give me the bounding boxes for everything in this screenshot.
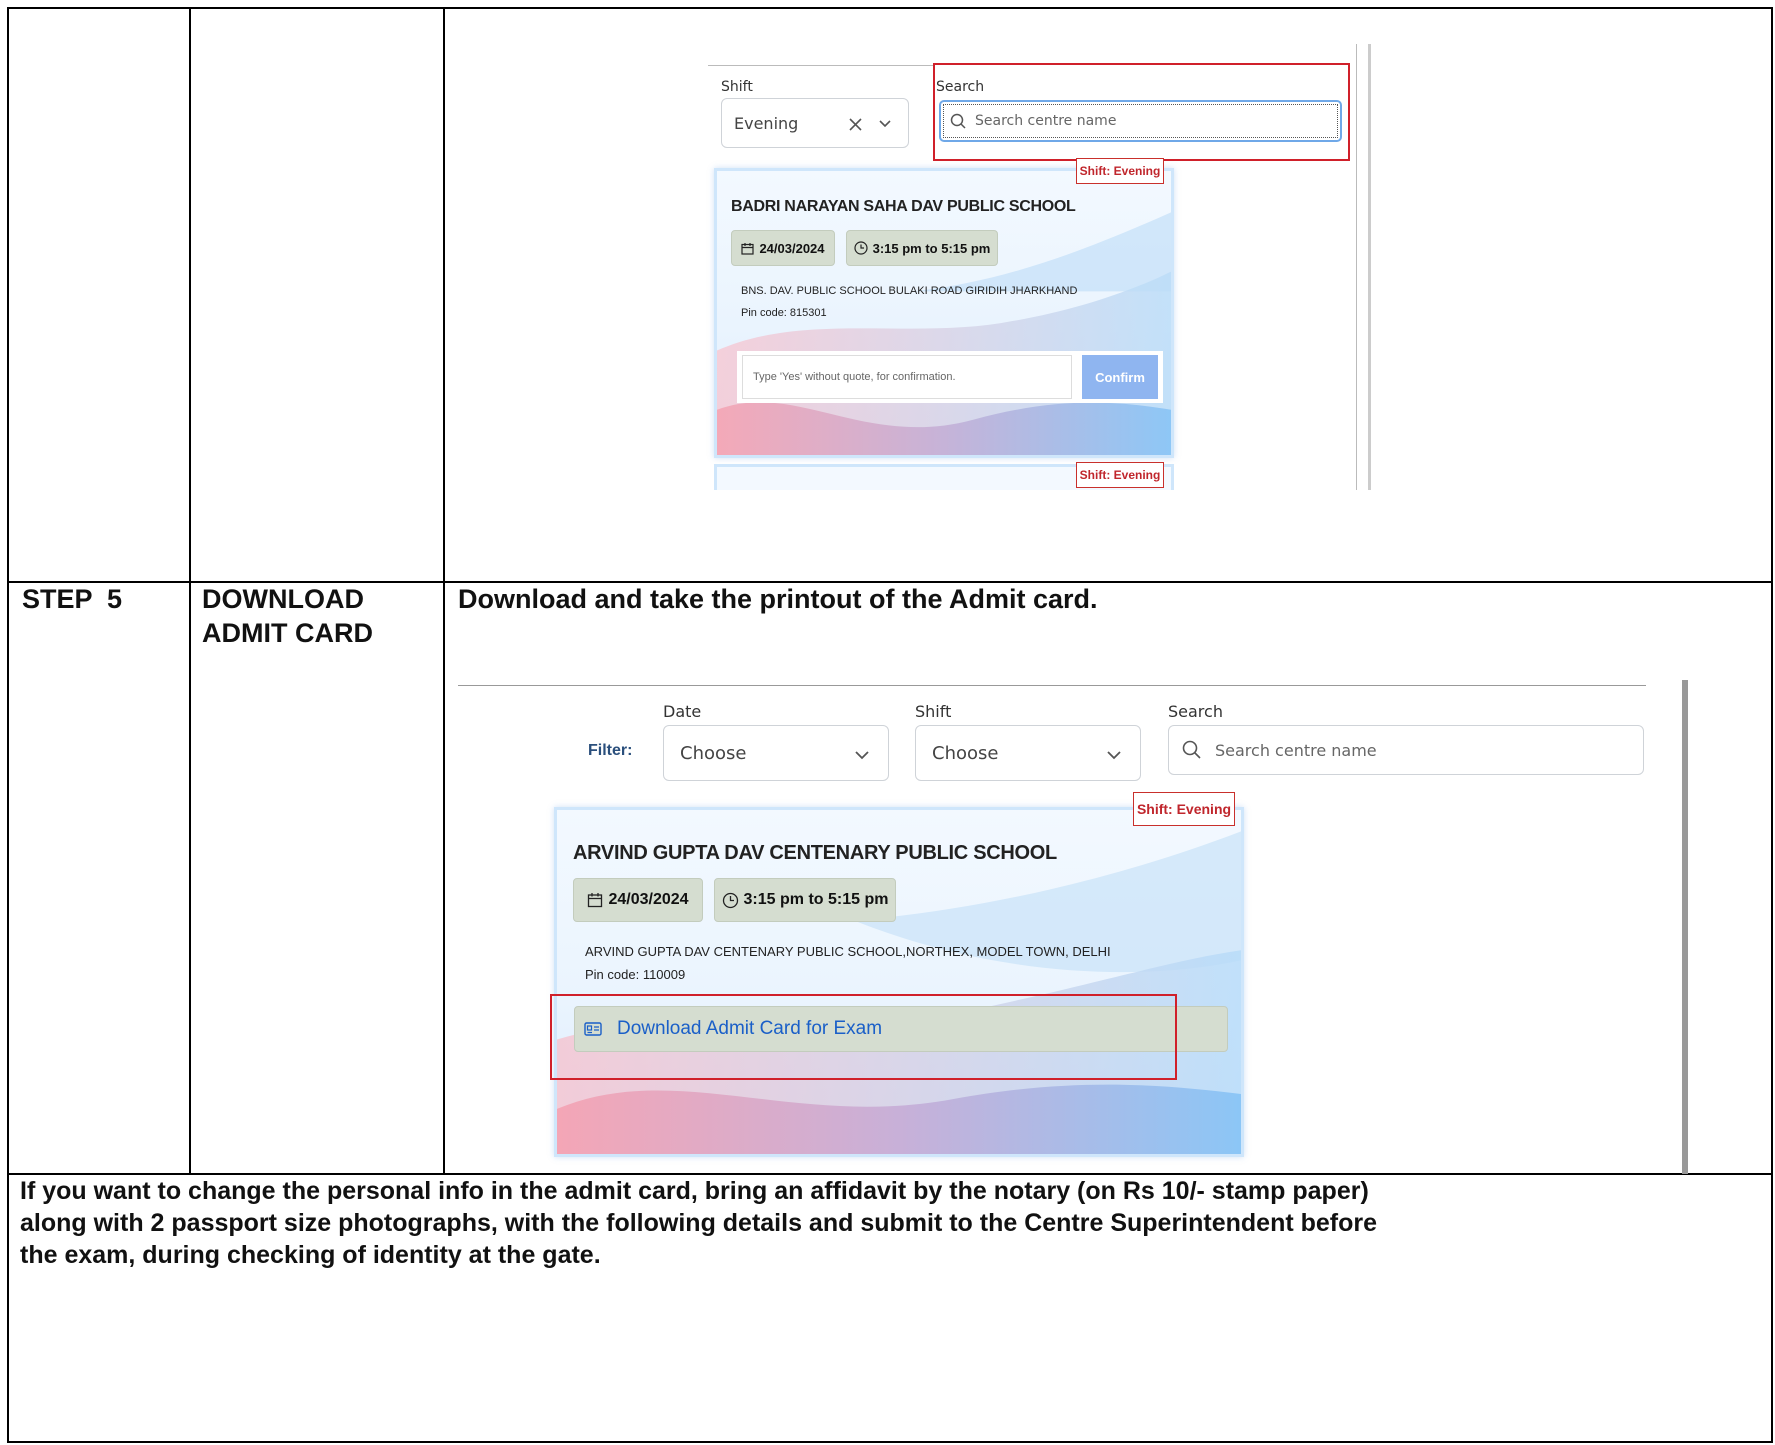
shift-select[interactable]: Evening [721, 98, 909, 148]
confirm-button[interactable]: Confirm [1082, 355, 1158, 399]
card-pin: Pin code: 110009 [585, 967, 686, 982]
calendar-icon [741, 242, 755, 255]
centre-card: BADRI NARAYAN SAHA DAV PUBLIC SCHOOL 24/… [714, 168, 1174, 458]
step-instruction: Download and take the printout of the Ad… [458, 584, 1098, 614]
top-screenshot: Shift Evening Search Search centre name [708, 44, 1371, 490]
scrollbar[interactable] [1356, 44, 1357, 490]
column-divider-2 [443, 7, 445, 1175]
search-input[interactable]: Search centre name [939, 100, 1342, 142]
chevron-down-icon[interactable] [1106, 750, 1122, 760]
separator-line [708, 65, 933, 66]
calendar-icon [588, 893, 603, 908]
note-line-1: If you want to change the personal info … [20, 1177, 1369, 1205]
shift-badge: Shift: Evening [1076, 158, 1164, 184]
scrollbar-edge [1368, 44, 1371, 490]
date-label: Date [663, 702, 702, 721]
clock-icon [722, 892, 738, 908]
time-text: 3:15 pm to 5:15 pm [743, 891, 889, 908]
date-chip: 24/03/2024 [573, 878, 703, 922]
time-text: 3:15 pm to 5:15 pm [872, 240, 991, 256]
shift-select-value: Choose [932, 743, 999, 764]
scrollbar[interactable] [1682, 680, 1688, 1174]
column-divider-1 [189, 7, 191, 1175]
search-icon [950, 113, 966, 129]
date-chip: 24/03/2024 [731, 230, 835, 266]
search-placeholder: Search centre name [1215, 741, 1377, 760]
filter-label: Filter: [588, 742, 633, 759]
step-name-line1: DOWNLOAD [202, 584, 364, 614]
search-icon [1182, 740, 1201, 759]
card-title: ARVIND GUPTA DAV CENTENARY PUBLIC SCHOOL [573, 842, 1057, 864]
shift-value: Evening [734, 114, 799, 133]
shift-select[interactable]: Choose [915, 725, 1141, 781]
shift-label: Shift [915, 702, 952, 721]
search-label: Search [936, 79, 985, 95]
chevron-down-icon[interactable] [878, 119, 892, 129]
card-title: BADRI NARAYAN SAHA DAV PUBLIC SCHOOL [731, 198, 1076, 215]
download-highlight-box [550, 994, 1177, 1080]
centre-card: ARVIND GUPTA DAV CENTENARY PUBLIC SCHOOL… [554, 807, 1244, 1157]
time-chip: 3:15 pm to 5:15 pm [846, 230, 998, 266]
note-line-3: the exam, during checking of identity at… [20, 1241, 601, 1269]
step-name-line2: ADMIT CARD [202, 618, 373, 648]
card-address: BNS. DAV. PUBLIC SCHOOL BULAKI ROAD GIRI… [741, 285, 1078, 297]
card-pin: Pin code: 815301 [741, 307, 827, 319]
next-shift-badge: Shift: Evening [1076, 462, 1164, 488]
clock-icon [854, 241, 868, 255]
close-icon[interactable] [848, 117, 863, 132]
search-input[interactable]: Search centre name [1168, 725, 1644, 775]
date-text: 24/03/2024 [759, 240, 825, 256]
time-chip: 3:15 pm to 5:15 pm [714, 878, 896, 922]
date-select[interactable]: Choose [663, 725, 889, 781]
chevron-down-icon[interactable] [854, 750, 870, 760]
shift-badge: Shift: Evening [1133, 792, 1235, 826]
shift-label: Shift [721, 79, 753, 95]
date-text: 24/03/2024 [608, 891, 689, 908]
note-line-2: along with 2 passport size photographs, … [20, 1209, 1378, 1237]
search-placeholder: Search centre name [975, 113, 1117, 129]
step-number: STEP 5 [22, 584, 123, 614]
card-address: ARVIND GUPTA DAV CENTENARY PUBLIC SCHOOL… [585, 944, 1111, 959]
date-select-value: Choose [680, 743, 747, 764]
search-label: Search [1168, 702, 1223, 721]
confirm-row: Type 'Yes' without quote, for confirmati… [737, 351, 1163, 403]
step5-screenshot: Filter: Date Choose Shift Choose Search … [456, 680, 1696, 1174]
confirm-placeholder: Type 'Yes' without quote, for confirmati… [753, 371, 956, 383]
confirm-input[interactable]: Type 'Yes' without quote, for confirmati… [742, 355, 1072, 399]
row-divider-1 [7, 581, 1773, 583]
separator-line [458, 685, 1646, 686]
